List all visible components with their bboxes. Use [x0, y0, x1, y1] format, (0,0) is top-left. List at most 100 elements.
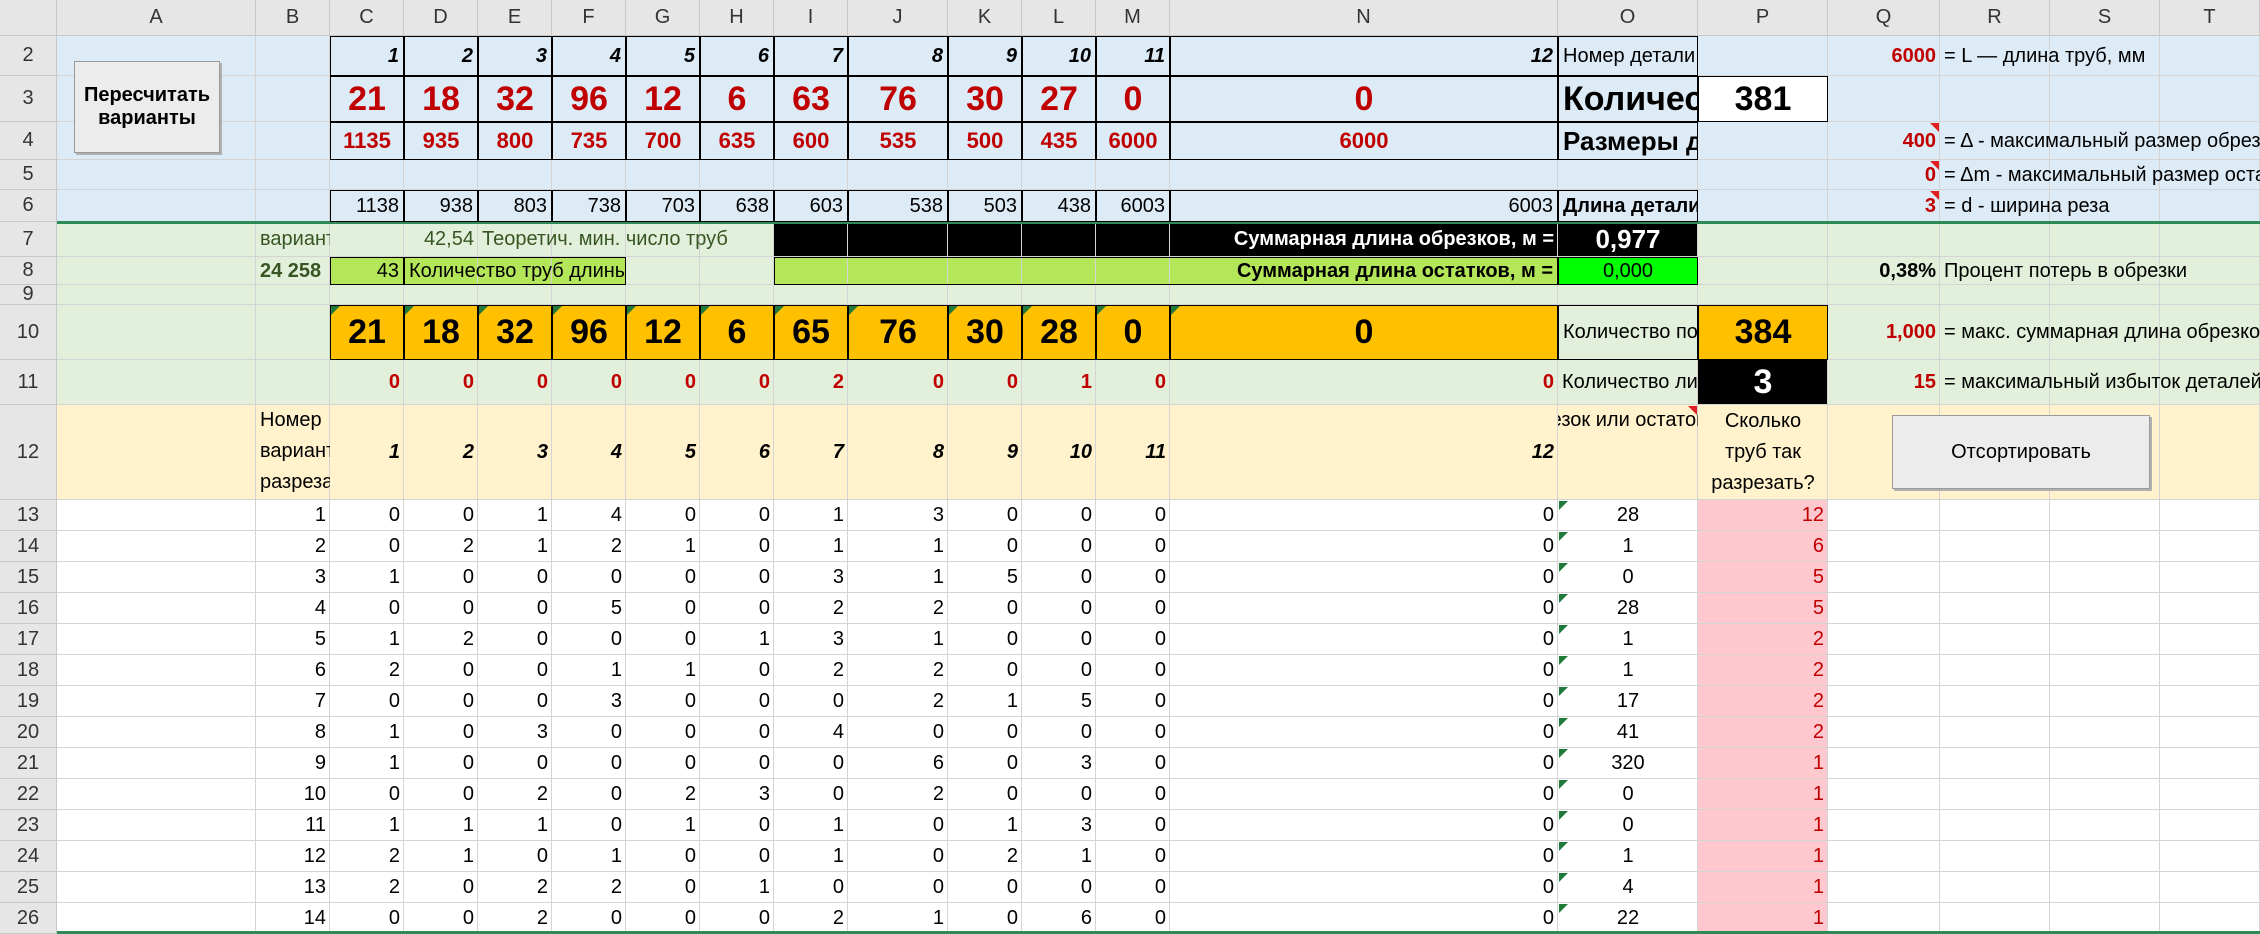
variant-part-count[interactable]: 0 [1170, 655, 1558, 686]
variant-part-count[interactable]: 0 [404, 872, 478, 903]
variant-part-count[interactable]: 3 [848, 500, 948, 531]
variant-part-count[interactable]: 0 [700, 810, 774, 841]
variant-part-count[interactable]: 3 [478, 717, 552, 748]
variant-offcut[interactable]: 28 [1558, 593, 1698, 624]
param-value[interactable]: 6000 [1828, 36, 1940, 76]
row-header-20[interactable]: 20 [0, 717, 57, 748]
variant-part-count[interactable]: 0 [404, 748, 478, 779]
label-received-parts[interactable]: Количество полученных деталей [1558, 305, 1698, 360]
variant-part-count[interactable]: 0 [478, 593, 552, 624]
variant-part-count[interactable]: 0 [626, 686, 700, 717]
column-header-g[interactable]: G [626, 0, 700, 36]
param-label[interactable]: = Δ - максимальный размер обрезка [1940, 122, 2260, 160]
header-part-number[interactable]: 10 [1022, 405, 1096, 500]
variant-part-count[interactable]: 1 [1022, 841, 1096, 872]
header-part-number[interactable]: 4 [552, 405, 626, 500]
part-quantity[interactable]: 27 [1022, 76, 1096, 122]
variant-part-count[interactable]: 1 [700, 624, 774, 655]
header-part-number[interactable]: 11 [1096, 405, 1170, 500]
column-header-d[interactable]: D [404, 0, 478, 36]
variant-part-count[interactable]: 3 [1022, 810, 1096, 841]
variant-number[interactable]: 5 [256, 624, 330, 655]
variant-part-count[interactable]: 0 [948, 531, 1022, 562]
part-quantity[interactable]: 18 [404, 76, 478, 122]
variant-part-count[interactable]: 1 [626, 810, 700, 841]
variant-part-count[interactable]: 0 [1022, 593, 1096, 624]
variant-part-count[interactable]: 2 [848, 686, 948, 717]
variant-offcut[interactable]: 0 [1558, 562, 1698, 593]
extra-count[interactable]: 0 [626, 360, 700, 405]
variant-part-count[interactable]: 0 [330, 903, 404, 934]
variant-part-count[interactable]: 5 [1022, 686, 1096, 717]
variant-number[interactable]: 2 [256, 531, 330, 562]
label-extra-parts[interactable]: Количество лишних деталей [1558, 360, 1698, 405]
variant-part-count[interactable]: 1 [774, 500, 848, 531]
part-quantity[interactable]: 6 [700, 76, 774, 122]
variant-offcut[interactable]: 41 [1558, 717, 1698, 748]
variant-part-count[interactable]: 0 [774, 779, 848, 810]
variant-part-count[interactable]: 0 [1022, 531, 1096, 562]
variant-part-count[interactable]: 2 [848, 593, 948, 624]
variant-part-count[interactable]: 0 [948, 779, 1022, 810]
variant-part-count[interactable]: 0 [1096, 686, 1170, 717]
column-header-c[interactable]: C [330, 0, 404, 36]
column-header-m[interactable]: M [1096, 0, 1170, 36]
variant-part-count[interactable]: 1 [774, 531, 848, 562]
extra-count[interactable]: 2 [774, 360, 848, 405]
variant-part-count[interactable]: 0 [1022, 500, 1096, 531]
variant-number[interactable]: 3 [256, 562, 330, 593]
variant-part-count[interactable]: 1 [626, 531, 700, 562]
variant-part-count[interactable]: 1 [478, 500, 552, 531]
variant-part-count[interactable]: 0 [1096, 872, 1170, 903]
extra-count[interactable]: 1 [1022, 360, 1096, 405]
variant-part-count[interactable]: 0 [478, 748, 552, 779]
variant-part-count[interactable]: 0 [1170, 810, 1558, 841]
row-header-14[interactable]: 14 [0, 531, 57, 562]
total-parts[interactable]: 381 [1698, 76, 1828, 122]
recalculate-button[interactable]: Пересчитать варианты [74, 61, 220, 153]
column-header-k[interactable]: K [948, 0, 1022, 36]
column-header-t[interactable]: T [2160, 0, 2260, 36]
variant-part-count[interactable]: 0 [404, 717, 478, 748]
variant-part-count[interactable]: 1 [700, 872, 774, 903]
variant-part-count[interactable]: 2 [330, 655, 404, 686]
column-header-b[interactable]: B [256, 0, 330, 36]
header-part-number[interactable]: 5 [626, 405, 700, 500]
part-number[interactable]: 6 [700, 36, 774, 76]
row-header-8[interactable]: 8 [0, 257, 57, 285]
column-header-q[interactable]: Q [1828, 0, 1940, 36]
received-count[interactable]: 12 [626, 305, 700, 360]
variant-part-count[interactable]: 2 [774, 903, 848, 934]
variant-part-count[interactable]: 2 [478, 903, 552, 934]
label-part-number[interactable]: Номер детали [1558, 36, 1698, 76]
variant-part-count[interactable]: 1 [404, 810, 478, 841]
part-number[interactable]: 9 [948, 36, 1022, 76]
variant-part-count[interactable]: 1 [948, 686, 1022, 717]
variant-part-count[interactable]: 0 [1022, 717, 1096, 748]
row-header-19[interactable]: 19 [0, 686, 57, 717]
variant-part-count[interactable]: 2 [774, 655, 848, 686]
variant-part-count[interactable]: 1 [552, 841, 626, 872]
column-header-s[interactable]: S [2050, 0, 2160, 36]
variant-part-count[interactable]: 0 [1170, 903, 1558, 934]
variant-part-count[interactable]: 0 [1170, 593, 1558, 624]
variant-part-count[interactable]: 2 [948, 841, 1022, 872]
variant-part-count[interactable]: 0 [700, 903, 774, 934]
variant-part-count[interactable]: 6 [1022, 903, 1096, 934]
variant-offcut[interactable]: 1 [1558, 624, 1698, 655]
variant-part-count[interactable]: 0 [948, 593, 1022, 624]
variant-part-count[interactable]: 0 [1170, 779, 1558, 810]
variant-part-count[interactable]: 0 [774, 872, 848, 903]
part-number[interactable]: 10 [1022, 36, 1096, 76]
variant-part-count[interactable]: 0 [330, 686, 404, 717]
header-part-number[interactable]: 2 [404, 405, 478, 500]
variant-part-count[interactable]: 1 [330, 748, 404, 779]
part-quantity[interactable]: 0 [1170, 76, 1558, 122]
variant-part-count[interactable]: 0 [1170, 872, 1558, 903]
variant-pipes[interactable]: 1 [1698, 779, 1828, 810]
extra-count[interactable]: 0 [848, 360, 948, 405]
part-size[interactable]: 6000 [1170, 122, 1558, 160]
column-header-a[interactable]: A [57, 0, 256, 36]
variant-part-count[interactable]: 1 [330, 624, 404, 655]
variant-part-count[interactable]: 0 [552, 717, 626, 748]
